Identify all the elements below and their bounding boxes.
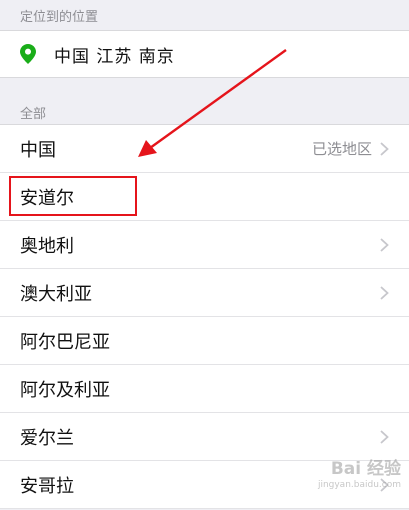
location-section-header: 定位到的位置 xyxy=(20,9,99,25)
list-item-label: 中国 xyxy=(20,139,56,161)
list-item-label: 阿尔巴尼亚 xyxy=(20,331,110,353)
all-section-header: 全部 xyxy=(20,107,47,122)
region-list: 中国 已选地区 安道尔 奥地利 澳大利亚 阿尔巴尼亚 阿尔及利亚 爱尔兰 安哥拉 xyxy=(0,124,409,509)
list-item-label: 阿尔及利亚 xyxy=(20,379,110,401)
selected-region-badge: 已选地区 xyxy=(311,140,372,158)
region-picker-screen: 定位到的位置 中国 江苏 南京 全部 中国 已选地区 安道尔 奥地利 澳大利亚 … xyxy=(0,0,409,510)
list-item-algeria[interactable]: 阿尔及利亚 xyxy=(0,365,409,413)
list-item-label: 爱尔兰 xyxy=(20,427,74,449)
map-pin-icon xyxy=(20,44,36,64)
list-item-albania[interactable]: 阿尔巴尼亚 xyxy=(0,317,409,365)
current-location-row[interactable]: 中国 江苏 南京 xyxy=(0,30,409,78)
list-item-austria[interactable]: 奥地利 xyxy=(0,221,409,269)
list-item-label: 澳大利亚 xyxy=(20,283,92,305)
list-item-andorra[interactable]: 安道尔 xyxy=(0,173,409,221)
chevron-right-icon xyxy=(380,477,389,492)
list-item-angola[interactable]: 安哥拉 xyxy=(0,461,409,509)
list-item-label: 奥地利 xyxy=(20,235,74,257)
list-item-australia[interactable]: 澳大利亚 xyxy=(0,269,409,317)
current-location-text: 中国 江苏 南京 xyxy=(54,46,175,67)
list-item-label: 安哥拉 xyxy=(20,475,74,497)
chevron-right-icon xyxy=(380,429,389,444)
list-item-label: 安道尔 xyxy=(20,187,74,209)
chevron-right-icon xyxy=(380,285,389,300)
chevron-right-icon xyxy=(380,237,389,252)
chevron-right-icon xyxy=(380,141,389,156)
list-item-china[interactable]: 中国 已选地区 xyxy=(0,125,409,173)
list-item-ireland[interactable]: 爱尔兰 xyxy=(0,413,409,461)
